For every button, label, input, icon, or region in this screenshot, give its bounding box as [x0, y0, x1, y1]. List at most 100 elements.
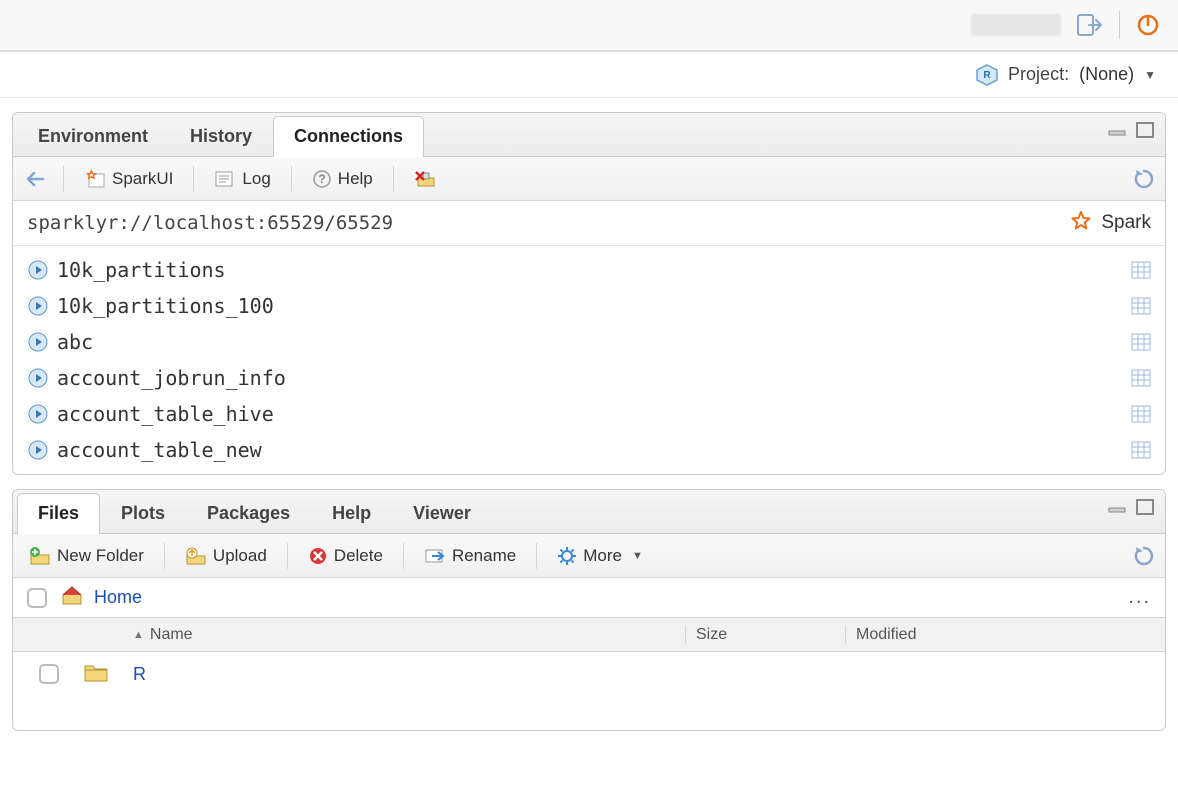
- tab-packages[interactable]: Packages: [186, 493, 311, 534]
- project-value: (None): [1079, 64, 1134, 85]
- spark-logo-icon: [1069, 211, 1093, 235]
- upload-icon: [185, 546, 207, 566]
- table-row: account_jobrun_info: [13, 360, 1165, 396]
- delete-button[interactable]: Delete: [302, 542, 389, 570]
- tab-viewer[interactable]: Viewer: [392, 493, 492, 534]
- refresh-files-icon[interactable]: [1133, 545, 1155, 567]
- project-dropdown-icon[interactable]: ▼: [1144, 68, 1156, 82]
- gear-icon: [557, 546, 577, 566]
- preview-table-icon[interactable]: [1131, 297, 1151, 315]
- expand-icon[interactable]: [27, 403, 49, 425]
- top-bar: [0, 0, 1178, 52]
- disconnect-icon: [414, 168, 438, 190]
- more-button[interactable]: More ▼: [551, 542, 649, 570]
- project-bar: R Project: (None) ▼: [0, 52, 1178, 98]
- table-row: 10k_partitions_100: [13, 288, 1165, 324]
- separator: [1119, 11, 1120, 39]
- back-arrow-icon[interactable]: [23, 168, 49, 190]
- new-folder-button[interactable]: New Folder: [23, 542, 150, 570]
- column-name[interactable]: ▲ Name: [133, 626, 685, 644]
- tab-help[interactable]: Help: [311, 493, 392, 534]
- table-name[interactable]: account_table_new: [57, 438, 1131, 462]
- sparkui-button[interactable]: SparkUI: [78, 165, 179, 193]
- tab-plots[interactable]: Plots: [100, 493, 186, 534]
- table-row: 10k_partitions: [13, 252, 1165, 288]
- minimize-panel-icon[interactable]: [1107, 123, 1127, 137]
- expand-icon[interactable]: [27, 331, 49, 353]
- help-icon: ?: [312, 169, 332, 189]
- column-size[interactable]: Size: [685, 626, 845, 644]
- power-icon[interactable]: [1136, 13, 1160, 37]
- rename-button[interactable]: Rename: [418, 542, 522, 570]
- row-checkbox[interactable]: [39, 664, 59, 684]
- new-folder-icon: [29, 546, 51, 566]
- connections-panel: Environment History Connections SparkUI: [12, 112, 1166, 475]
- file-name[interactable]: R: [133, 664, 685, 685]
- project-label: Project:: [1008, 64, 1069, 85]
- sparkui-label: SparkUI: [112, 169, 173, 189]
- table-name[interactable]: abc: [57, 330, 1131, 354]
- expand-icon[interactable]: [27, 259, 49, 281]
- spark-star-icon: [84, 169, 106, 189]
- rstudio-cube-icon: R: [976, 64, 998, 86]
- connection-uri: sparklyr://localhost:65529/65529: [27, 212, 393, 234]
- files-toolbar: New Folder Upload Delete Rename: [13, 534, 1165, 578]
- preview-table-icon[interactable]: [1131, 369, 1151, 387]
- engine-label: Spark: [1101, 212, 1151, 234]
- sort-asc-icon: ▲: [133, 629, 144, 641]
- folder-icon: [83, 661, 109, 687]
- upload-label: Upload: [213, 546, 267, 566]
- svg-text:R: R: [983, 70, 991, 81]
- delete-icon: [308, 546, 328, 566]
- table-name[interactable]: 10k_partitions: [57, 258, 1131, 282]
- preview-table-icon[interactable]: [1131, 441, 1151, 459]
- log-button[interactable]: Log: [208, 165, 276, 193]
- disconnect-button[interactable]: [408, 164, 444, 194]
- log-icon: [214, 169, 236, 189]
- table-name[interactable]: account_table_hive: [57, 402, 1131, 426]
- upload-button[interactable]: Upload: [179, 542, 273, 570]
- tab-environment[interactable]: Environment: [17, 116, 169, 157]
- table-row: account_table_hive: [13, 396, 1165, 432]
- help-label: Help: [338, 169, 373, 189]
- select-all-checkbox[interactable]: [27, 588, 47, 608]
- preview-table-icon[interactable]: [1131, 333, 1151, 351]
- connection-uri-row: sparklyr://localhost:65529/65529 Spark: [13, 201, 1165, 246]
- home-icon[interactable]: [60, 584, 84, 611]
- preview-table-icon[interactable]: [1131, 405, 1151, 423]
- rename-label: Rename: [452, 546, 516, 566]
- expand-icon[interactable]: [27, 367, 49, 389]
- logout-icon[interactable]: [1077, 14, 1103, 36]
- tab-files[interactable]: Files: [17, 493, 100, 534]
- rename-icon: [424, 546, 446, 566]
- preview-table-icon[interactable]: [1131, 261, 1151, 279]
- panel-tabs: Environment History Connections: [13, 113, 1165, 157]
- expand-icon[interactable]: [27, 439, 49, 461]
- breadcrumb-home[interactable]: Home: [94, 587, 142, 608]
- table-name[interactable]: 10k_partitions_100: [57, 294, 1131, 318]
- chevron-down-icon: ▼: [632, 550, 643, 562]
- delete-label: Delete: [334, 546, 383, 566]
- tab-connections[interactable]: Connections: [273, 116, 424, 157]
- breadcrumb: Home ...: [13, 578, 1165, 618]
- log-label: Log: [242, 169, 270, 189]
- minimize-panel-icon[interactable]: [1107, 500, 1127, 514]
- more-label: More: [583, 546, 622, 566]
- expand-icon[interactable]: [27, 295, 49, 317]
- svg-text:?: ?: [318, 172, 325, 186]
- tab-history[interactable]: History: [169, 116, 273, 157]
- connections-toolbar: SparkUI Log ? Help: [13, 157, 1165, 201]
- maximize-panel-icon[interactable]: [1135, 121, 1155, 139]
- breadcrumb-more-icon[interactable]: ...: [1128, 586, 1151, 609]
- table-name[interactable]: account_jobrun_info: [57, 366, 1131, 390]
- refresh-icon[interactable]: [1133, 168, 1155, 190]
- file-row: R: [13, 652, 1165, 696]
- username-blurred: [971, 14, 1061, 36]
- table-row: abc: [13, 324, 1165, 360]
- files-panel-tabs: Files Plots Packages Help Viewer: [13, 490, 1165, 534]
- maximize-panel-icon[interactable]: [1135, 498, 1155, 516]
- help-button[interactable]: ? Help: [306, 165, 379, 193]
- files-header-row: ▲ Name Size Modified: [13, 618, 1165, 652]
- column-modified[interactable]: Modified: [845, 626, 1165, 644]
- new-folder-label: New Folder: [57, 546, 144, 566]
